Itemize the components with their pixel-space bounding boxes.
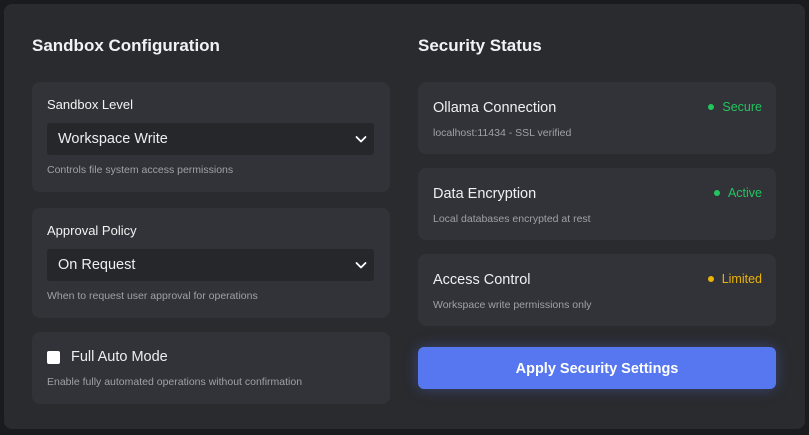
status-detail: Local databases encrypted at rest (433, 213, 591, 225)
status-card-ollama: Ollama Connection Secure localhost:11434… (418, 82, 776, 154)
status-text: Secure (722, 100, 762, 114)
security-status-section: Security Status Ollama Connection Secure… (418, 34, 776, 389)
status-text: Active (727, 186, 762, 200)
settings-panel: Sandbox Configuration Sandbox Level Work… (4, 4, 805, 429)
status-dot-icon (707, 276, 714, 282)
apply-security-settings-button[interactable]: Apply Security Settings (418, 347, 776, 389)
status-badge: Limited (707, 272, 762, 286)
status-card-encryption: Data Encryption Active Local databases e… (418, 168, 776, 240)
full-auto-checkbox[interactable] (47, 351, 60, 364)
section-title-sandbox: Sandbox Configuration (32, 36, 220, 55)
sandbox-level-value: Workspace Write (58, 131, 168, 147)
full-auto-help: Enable fully automated operations withou… (47, 376, 303, 388)
chevron-down-icon (355, 262, 367, 269)
sandbox-level-help: Controls file system access permissions (47, 164, 234, 176)
status-detail: localhost:11434 - SSL verified (433, 127, 572, 139)
sandbox-level-label: Sandbox Level (47, 97, 134, 112)
sandbox-level-card: Sandbox Level Workspace Write Controls f… (32, 82, 390, 192)
sandbox-configuration-section: Sandbox Configuration Sandbox Level Work… (32, 34, 390, 404)
status-name: Data Encryption (433, 186, 537, 202)
approval-policy-select[interactable]: On Request (47, 249, 374, 281)
approval-policy-card: Approval Policy On Request When to reque… (32, 208, 390, 318)
approval-policy-value: On Request (58, 257, 136, 273)
full-auto-label[interactable]: Full Auto Mode (71, 349, 168, 365)
status-dot-icon (713, 190, 720, 196)
approval-policy-label: Approval Policy (47, 223, 137, 238)
sandbox-level-select[interactable]: Workspace Write (47, 123, 374, 155)
section-title-security: Security Status (418, 36, 542, 55)
status-text: Limited (721, 272, 762, 286)
status-badge: Secure (708, 100, 762, 114)
status-badge: Active (713, 186, 762, 200)
full-auto-card: Full Auto Mode Enable fully automated op… (32, 332, 390, 404)
status-dot-icon (708, 104, 715, 110)
approval-policy-help: When to request user approval for operat… (47, 290, 258, 302)
status-card-access: Access Control Limited Workspace write p… (418, 254, 776, 326)
status-detail: Workspace write permissions only (433, 299, 592, 311)
chevron-down-icon (355, 136, 367, 143)
status-name: Access Control (433, 272, 531, 288)
status-name: Ollama Connection (433, 100, 557, 116)
